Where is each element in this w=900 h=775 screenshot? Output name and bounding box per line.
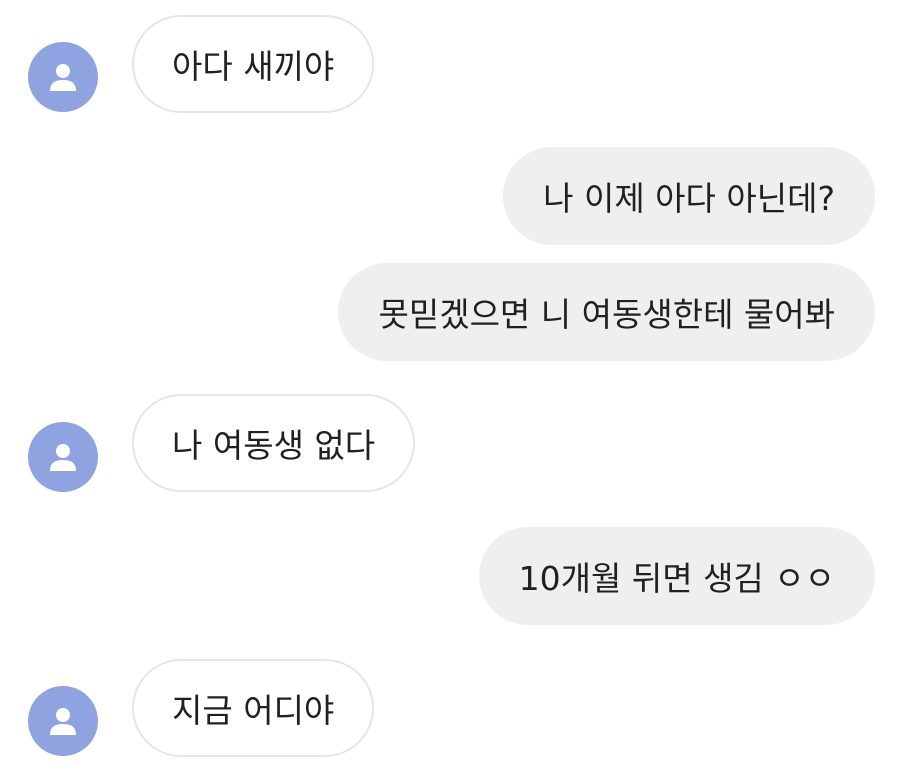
message-text: 나 이제 아다 아닌데? [543,179,835,218]
message-text: 나 여동생 없다 [172,426,376,465]
incoming-message-bubble[interactable]: 아다 새끼야 [132,15,375,113]
outgoing-message-bubble[interactable]: 10개월 뒤면 생김 ㅇㅇ [478,527,875,625]
outgoing-message-bubble[interactable]: 나 이제 아다 아닌데? [503,147,875,245]
person-icon [50,444,76,471]
message-text: 지금 어디야 [172,691,335,730]
contact-avatar[interactable] [28,686,98,756]
person-icon [50,708,76,735]
contact-avatar[interactable] [28,42,98,112]
message-text: 아다 새끼야 [172,47,335,86]
message-text: 못믿겠으면 니 여동생한테 물어봐 [378,295,835,334]
message-text: 10개월 뒤면 생김 ㅇㅇ [518,559,835,598]
incoming-message-bubble[interactable]: 나 여동생 없다 [132,394,416,492]
contact-avatar[interactable] [28,422,98,492]
outgoing-message-bubble[interactable]: 못믿겠으면 니 여동생한테 물어봐 [338,263,875,361]
incoming-message-bubble[interactable]: 지금 어디야 [132,659,375,757]
chat-thread: 아다 새끼야 나 이제 아다 아닌데? 못믿겠으면 니 여동생한테 물어봐 나 … [0,0,900,775]
person-icon [50,64,76,91]
